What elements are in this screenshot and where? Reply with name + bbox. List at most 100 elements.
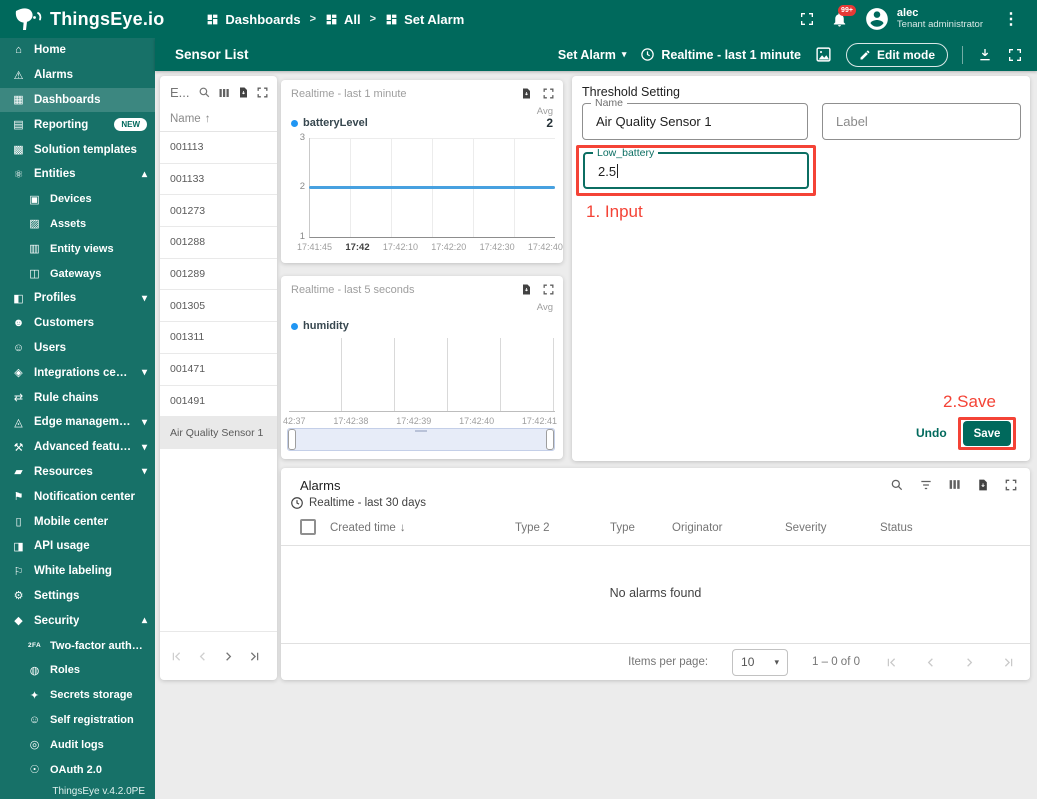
export-file-icon[interactable] xyxy=(520,87,532,100)
user-menu[interactable]: alec Tenant administrator xyxy=(864,6,983,32)
save-button[interactable]: Save xyxy=(963,421,1011,446)
last-page-icon[interactable] xyxy=(1001,655,1016,670)
column-severity[interactable]: Severity xyxy=(785,522,827,534)
sidebar-item-advanced-features[interactable]: ⚒ Advanced features ▾ xyxy=(0,435,155,460)
filter-icon[interactable] xyxy=(919,478,933,492)
fullscreen-icon[interactable] xyxy=(542,87,555,100)
name-field[interactable]: Name Air Quality Sensor 1 xyxy=(582,97,808,140)
sidebar-item-dashboards[interactable]: ▦ Dashboards xyxy=(0,87,155,113)
sidebar-item-reporting[interactable]: ▤ Reporting NEW xyxy=(0,112,155,137)
chart-zoom-scrollbar[interactable] xyxy=(287,428,555,451)
y-tick: 2 xyxy=(299,181,305,192)
fullscreen-icon[interactable] xyxy=(1007,47,1023,63)
image-export-icon[interactable] xyxy=(815,46,832,63)
list-item[interactable]: 001133 xyxy=(160,164,277,196)
fullscreen-icon[interactable] xyxy=(542,283,555,296)
column-type-2[interactable]: Type 2 xyxy=(515,522,550,534)
humidity-plot-area[interactable] xyxy=(289,338,555,412)
sidebar-item-home[interactable]: ⌂ Home xyxy=(0,38,155,63)
next-page-icon[interactable] xyxy=(962,655,977,670)
scrollbar-right-handle[interactable] xyxy=(546,429,554,450)
undo-button[interactable]: Undo xyxy=(916,426,947,440)
fullscreen-icon[interactable] xyxy=(256,86,269,99)
list-item[interactable]: 001491 xyxy=(160,386,277,418)
export-file-icon[interactable] xyxy=(976,478,989,492)
column-status[interactable]: Status xyxy=(880,522,913,534)
sidebar-item-entities[interactable]: ⚛ Entities ▴ xyxy=(0,162,155,187)
timewindow-button[interactable]: Realtime - last 1 minute xyxy=(640,47,801,62)
entities-icon: ⚛ xyxy=(13,168,24,181)
select-all-checkbox[interactable] xyxy=(300,519,316,535)
sidebar-item-white-labeling[interactable]: ⚐ White labeling xyxy=(0,559,155,584)
first-page-icon[interactable] xyxy=(884,655,899,670)
sidebar-item-users[interactable]: ☺ Users xyxy=(0,336,155,361)
sidebar-item-profiles[interactable]: ◧ Profiles ▾ xyxy=(0,286,155,311)
breadcrumb-dashboards[interactable]: Dashboards xyxy=(206,12,301,27)
last-page-icon[interactable] xyxy=(247,649,262,664)
list-item[interactable]: 001288 xyxy=(160,227,277,259)
export-file-icon[interactable] xyxy=(520,283,532,296)
breadcrumb-set-alarm[interactable]: Set Alarm xyxy=(385,12,464,27)
list-item[interactable]: 001471 xyxy=(160,354,277,386)
sidebar-item-security[interactable]: ◆ Security ▴ xyxy=(0,608,155,633)
legend-humidity[interactable]: humidity xyxy=(291,320,349,332)
sidebar-item-edge-management[interactable]: ◬ Edge management ▾ xyxy=(0,410,155,435)
alarms-timewindow-button[interactable]: Realtime - last 30 days xyxy=(290,496,426,510)
first-page-icon[interactable] xyxy=(169,649,184,664)
breadcrumb-all[interactable]: All xyxy=(325,12,361,27)
entity-name-column-header[interactable]: Name ↑ xyxy=(160,106,277,132)
logo[interactable]: ThingsEye.io xyxy=(14,7,164,31)
sidebar-item-roles[interactable]: ◍ Roles xyxy=(0,658,155,683)
list-item[interactable]: 001311 xyxy=(160,322,277,354)
prev-page-icon[interactable] xyxy=(195,649,210,664)
sidebar-item-oauth[interactable]: ☉ OAuth 2.0 xyxy=(0,757,155,782)
list-item[interactable]: 001113 xyxy=(160,132,277,164)
sidebar-item-self-registration[interactable]: ☺ Self registration xyxy=(0,708,155,733)
items-per-page-select[interactable]: 10 ▾ xyxy=(732,648,789,676)
label-field[interactable]: Label xyxy=(822,103,1021,140)
column-type[interactable]: Type xyxy=(610,522,635,534)
sidebar-item-api-usage[interactable]: ◨ API usage xyxy=(0,534,155,559)
sidebar-item-alarms[interactable]: ⚠ Alarms xyxy=(0,63,155,88)
low-battery-field[interactable]: Low_battery 2.5 xyxy=(583,147,809,189)
dashboard-state-select[interactable]: Set Alarm ▾ xyxy=(558,48,626,62)
sidebar-item-integrations-center[interactable]: ◈ Integrations center ▾ xyxy=(0,360,155,385)
sidebar-item-mobile-center[interactable]: ▯ Mobile center xyxy=(0,509,155,534)
sidebar-item-assets[interactable]: ▨ Assets xyxy=(0,212,155,237)
fullscreen-icon[interactable] xyxy=(1004,478,1018,492)
column-originator[interactable]: Originator xyxy=(672,522,723,534)
kebab-menu-icon[interactable]: ⋮ xyxy=(999,9,1023,29)
search-icon[interactable] xyxy=(890,478,904,492)
next-page-icon[interactable] xyxy=(221,649,236,664)
list-item[interactable]: 001273 xyxy=(160,195,277,228)
sidebar-item-devices[interactable]: ▣ Devices xyxy=(0,187,155,212)
list-item[interactable]: 001305 xyxy=(160,290,277,323)
list-item[interactable]: 001289 xyxy=(160,259,277,291)
sidebar-item-resources[interactable]: ▰ Resources ▾ xyxy=(0,460,155,485)
scrollbar-notch xyxy=(415,430,427,432)
search-icon[interactable] xyxy=(198,86,211,99)
column-created-time[interactable]: Created time ↓ xyxy=(330,522,406,534)
edit-mode-button[interactable]: Edit mode xyxy=(845,42,948,67)
sidebar-item-solution-templates[interactable]: ▩ Solution templates xyxy=(0,137,155,162)
sidebar-item-entity-views[interactable]: ▥ Entity views xyxy=(0,236,155,261)
columns-icon[interactable] xyxy=(948,478,961,492)
sidebar-item-two-factor[interactable]: 2FATwo-factor authenticati... xyxy=(0,633,155,658)
sidebar-item-rule-chains[interactable]: ⇄ Rule chains xyxy=(0,385,155,410)
scrollbar-left-handle[interactable] xyxy=(288,429,296,450)
sidebar-item-audit-logs[interactable]: ◎ Audit logs xyxy=(0,732,155,757)
sidebar-item-secrets-storage[interactable]: ✦ Secrets storage xyxy=(0,683,155,708)
list-item-selected[interactable]: Air Quality Sensor 1 xyxy=(160,417,277,449)
legend-batteryLevel[interactable]: batteryLevel xyxy=(291,117,368,129)
sidebar-item-gateways[interactable]: ◫ Gateways xyxy=(0,261,155,286)
columns-icon[interactable] xyxy=(218,87,230,99)
export-file-icon[interactable] xyxy=(237,86,249,99)
fullscreen-icon[interactable] xyxy=(799,11,815,27)
sidebar-item-customers[interactable]: ☻ Customers xyxy=(0,311,155,336)
notification-center-icon: ⚑ xyxy=(13,491,24,504)
prev-page-icon[interactable] xyxy=(923,655,938,670)
sidebar-item-settings[interactable]: ⚙ Settings xyxy=(0,584,155,609)
download-icon[interactable] xyxy=(977,47,993,63)
sidebar-item-notification-center[interactable]: ⚑ Notification center xyxy=(0,484,155,509)
notifications-bell-icon[interactable]: 99+ xyxy=(831,4,856,28)
